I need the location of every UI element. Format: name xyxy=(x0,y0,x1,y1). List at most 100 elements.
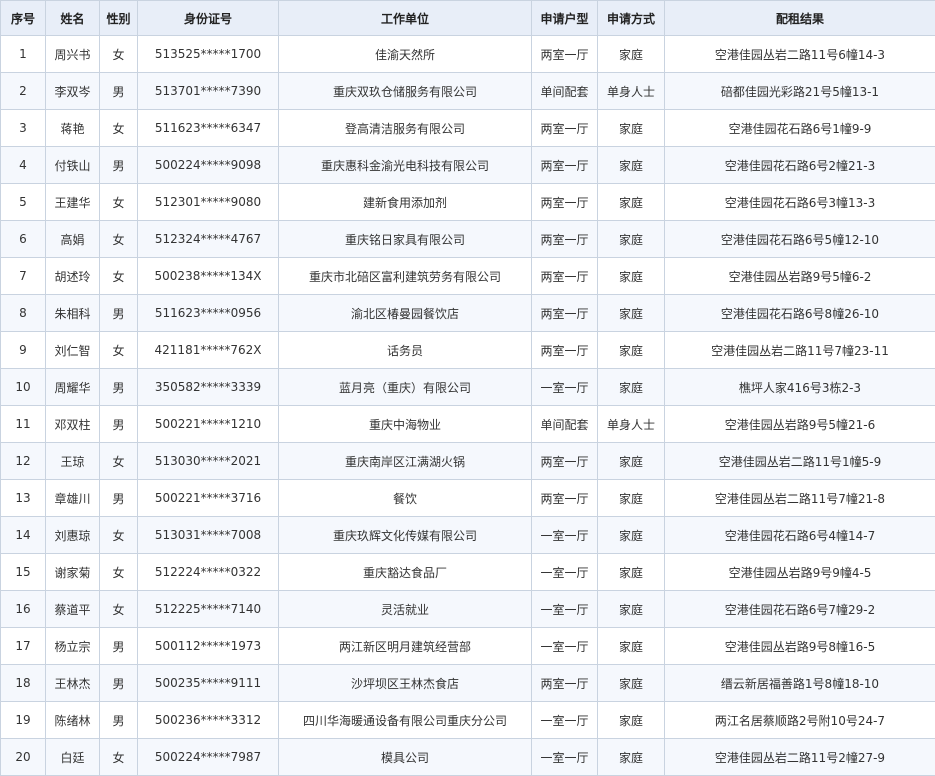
cell-unit-type: 两室一厅 xyxy=(532,110,598,147)
cell-index: 7 xyxy=(1,258,46,295)
cell-id-number: 513701*****7390 xyxy=(138,73,279,110)
header-index: 序号 xyxy=(1,1,46,36)
cell-application-method: 家庭 xyxy=(598,554,665,591)
cell-allocation-result: 空港佳园花石路6号5幢12-10 xyxy=(665,221,935,258)
cell-index: 9 xyxy=(1,332,46,369)
cell-gender: 男 xyxy=(100,406,138,443)
cell-employer: 重庆豁达食品厂 xyxy=(279,554,532,591)
cell-id-number: 512301*****9080 xyxy=(138,184,279,221)
table-body: 1周兴书女513525*****1700佳渝天然所两室一厅家庭空港佳园丛岩二路1… xyxy=(1,36,935,776)
cell-name: 白廷 xyxy=(46,739,100,776)
header-application-method: 申请方式 xyxy=(598,1,665,36)
cell-unit-type: 一室一厅 xyxy=(532,517,598,554)
cell-gender: 男 xyxy=(100,665,138,702)
cell-index: 17 xyxy=(1,628,46,665)
table-row: 4付铁山男500224*****9098重庆惠科金渝光电科技有限公司两室一厅家庭… xyxy=(1,147,935,184)
cell-application-method: 家庭 xyxy=(598,295,665,332)
cell-gender: 女 xyxy=(100,554,138,591)
cell-application-method: 家庭 xyxy=(598,258,665,295)
cell-name: 陈绪林 xyxy=(46,702,100,739)
cell-name: 王林杰 xyxy=(46,665,100,702)
cell-allocation-result: 空港佳园花石路6号1幢9-9 xyxy=(665,110,935,147)
cell-id-number: 350582*****3339 xyxy=(138,369,279,406)
cell-gender: 女 xyxy=(100,739,138,776)
cell-unit-type: 一室一厅 xyxy=(532,739,598,776)
cell-unit-type: 一室一厅 xyxy=(532,554,598,591)
cell-application-method: 家庭 xyxy=(598,665,665,702)
cell-application-method: 家庭 xyxy=(598,517,665,554)
cell-name: 蔡道平 xyxy=(46,591,100,628)
table-row: 16蔡道平女512225*****7140灵活就业一室一厅家庭空港佳园花石路6号… xyxy=(1,591,935,628)
cell-id-number: 500235*****9111 xyxy=(138,665,279,702)
table-row: 10周耀华男350582*****3339蓝月亮（重庆）有限公司一室一厅家庭樵坪… xyxy=(1,369,935,406)
cell-application-method: 家庭 xyxy=(598,739,665,776)
header-unit-type: 申请户型 xyxy=(532,1,598,36)
cell-index: 16 xyxy=(1,591,46,628)
table-row: 11邓双柱男500221*****1210重庆中海物业单间配套单身人士空港佳园丛… xyxy=(1,406,935,443)
cell-name: 蒋艳 xyxy=(46,110,100,147)
cell-application-method: 家庭 xyxy=(598,184,665,221)
cell-id-number: 500224*****9098 xyxy=(138,147,279,184)
cell-application-method: 单身人士 xyxy=(598,73,665,110)
cell-application-method: 家庭 xyxy=(598,628,665,665)
cell-unit-type: 两室一厅 xyxy=(532,221,598,258)
cell-employer: 佳渝天然所 xyxy=(279,36,532,73)
cell-id-number: 513030*****2021 xyxy=(138,443,279,480)
cell-unit-type: 单间配套 xyxy=(532,406,598,443)
cell-allocation-result: 空港佳园花石路6号7幢29-2 xyxy=(665,591,935,628)
cell-gender: 男 xyxy=(100,369,138,406)
cell-allocation-result: 空港佳园丛岩路9号5幢6-2 xyxy=(665,258,935,295)
cell-employer: 餐饮 xyxy=(279,480,532,517)
cell-name: 刘仁智 xyxy=(46,332,100,369)
cell-name: 周耀华 xyxy=(46,369,100,406)
cell-id-number: 512225*****7140 xyxy=(138,591,279,628)
cell-employer: 重庆市北碚区富利建筑劳务有限公司 xyxy=(279,258,532,295)
cell-index: 5 xyxy=(1,184,46,221)
cell-name: 王建华 xyxy=(46,184,100,221)
cell-id-number: 512324*****4767 xyxy=(138,221,279,258)
cell-unit-type: 一室一厅 xyxy=(532,702,598,739)
table-row: 19陈绪林男500236*****3312四川华海暖通设备有限公司重庆分公司一室… xyxy=(1,702,935,739)
cell-application-method: 家庭 xyxy=(598,110,665,147)
cell-gender: 女 xyxy=(100,184,138,221)
cell-application-method: 家庭 xyxy=(598,443,665,480)
cell-unit-type: 两室一厅 xyxy=(532,184,598,221)
table-row: 17杨立宗男500112*****1973两江新区明月建筑经营部一室一厅家庭空港… xyxy=(1,628,935,665)
table-row: 7胡述玲女500238*****134X重庆市北碚区富利建筑劳务有限公司两室一厅… xyxy=(1,258,935,295)
cell-name: 李双岑 xyxy=(46,73,100,110)
cell-gender: 男 xyxy=(100,295,138,332)
cell-name: 周兴书 xyxy=(46,36,100,73)
cell-employer: 登高清洁服务有限公司 xyxy=(279,110,532,147)
table-row: 13章雄川男500221*****3716餐饮两室一厅家庭空港佳园丛岩二路11号… xyxy=(1,480,935,517)
cell-allocation-result: 空港佳园丛岩二路11号1幢5-9 xyxy=(665,443,935,480)
cell-name: 刘惠琼 xyxy=(46,517,100,554)
cell-gender: 男 xyxy=(100,480,138,517)
cell-allocation-result: 碚都佳园光彩路21号5幢13-1 xyxy=(665,73,935,110)
cell-allocation-result: 缙云新居福善路1号8幢18-10 xyxy=(665,665,935,702)
cell-allocation-result: 空港佳园丛岩二路11号6幢14-3 xyxy=(665,36,935,73)
cell-employer: 重庆铭日家具有限公司 xyxy=(279,221,532,258)
cell-employer: 四川华海暖通设备有限公司重庆分公司 xyxy=(279,702,532,739)
cell-employer: 模具公司 xyxy=(279,739,532,776)
header-employer: 工作单位 xyxy=(279,1,532,36)
cell-allocation-result: 两江名居蔡顺路2号附10号24-7 xyxy=(665,702,935,739)
cell-index: 20 xyxy=(1,739,46,776)
cell-unit-type: 单间配套 xyxy=(532,73,598,110)
cell-unit-type: 两室一厅 xyxy=(532,258,598,295)
cell-index: 12 xyxy=(1,443,46,480)
cell-application-method: 家庭 xyxy=(598,369,665,406)
cell-name: 付铁山 xyxy=(46,147,100,184)
table-row: 6高娟女512324*****4767重庆铭日家具有限公司两室一厅家庭空港佳园花… xyxy=(1,221,935,258)
cell-allocation-result: 空港佳园丛岩二路11号2幢27-9 xyxy=(665,739,935,776)
cell-name: 高娟 xyxy=(46,221,100,258)
cell-allocation-result: 樵坪人家416号3栋2-3 xyxy=(665,369,935,406)
cell-name: 朱相科 xyxy=(46,295,100,332)
cell-allocation-result: 空港佳园丛岩二路11号7幢21-8 xyxy=(665,480,935,517)
cell-index: 13 xyxy=(1,480,46,517)
cell-employer: 重庆南岸区江满湖火锅 xyxy=(279,443,532,480)
cell-employer: 重庆双玖仓储服务有限公司 xyxy=(279,73,532,110)
table-row: 14刘惠琼女513031*****7008重庆玖辉文化传媒有限公司一室一厅家庭空… xyxy=(1,517,935,554)
cell-id-number: 500221*****3716 xyxy=(138,480,279,517)
cell-allocation-result: 空港佳园丛岩路9号5幢21-6 xyxy=(665,406,935,443)
cell-employer: 沙坪坝区王林杰食店 xyxy=(279,665,532,702)
